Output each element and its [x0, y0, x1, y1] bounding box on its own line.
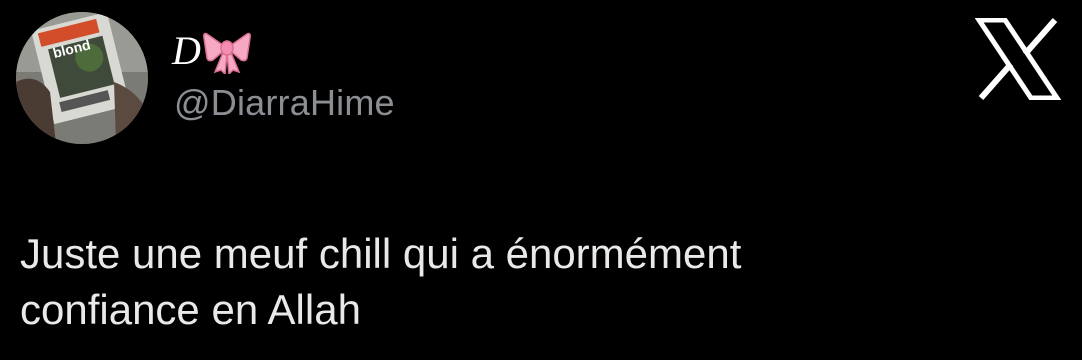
bow-emoji-icon: [202, 32, 251, 74]
avatar-image: blond: [16, 12, 148, 144]
tweet-card: blond D @DiarraHime Juste une meuf chill…: [0, 0, 1082, 360]
user-handle[interactable]: @DiarraHime: [174, 82, 395, 124]
tweet-text: Juste une meuf chill qui a énormément co…: [20, 230, 742, 333]
avatar[interactable]: blond: [16, 12, 148, 144]
display-name-text: D: [172, 28, 201, 73]
x-logo-icon: [974, 17, 1062, 101]
display-name[interactable]: D: [172, 26, 251, 76]
